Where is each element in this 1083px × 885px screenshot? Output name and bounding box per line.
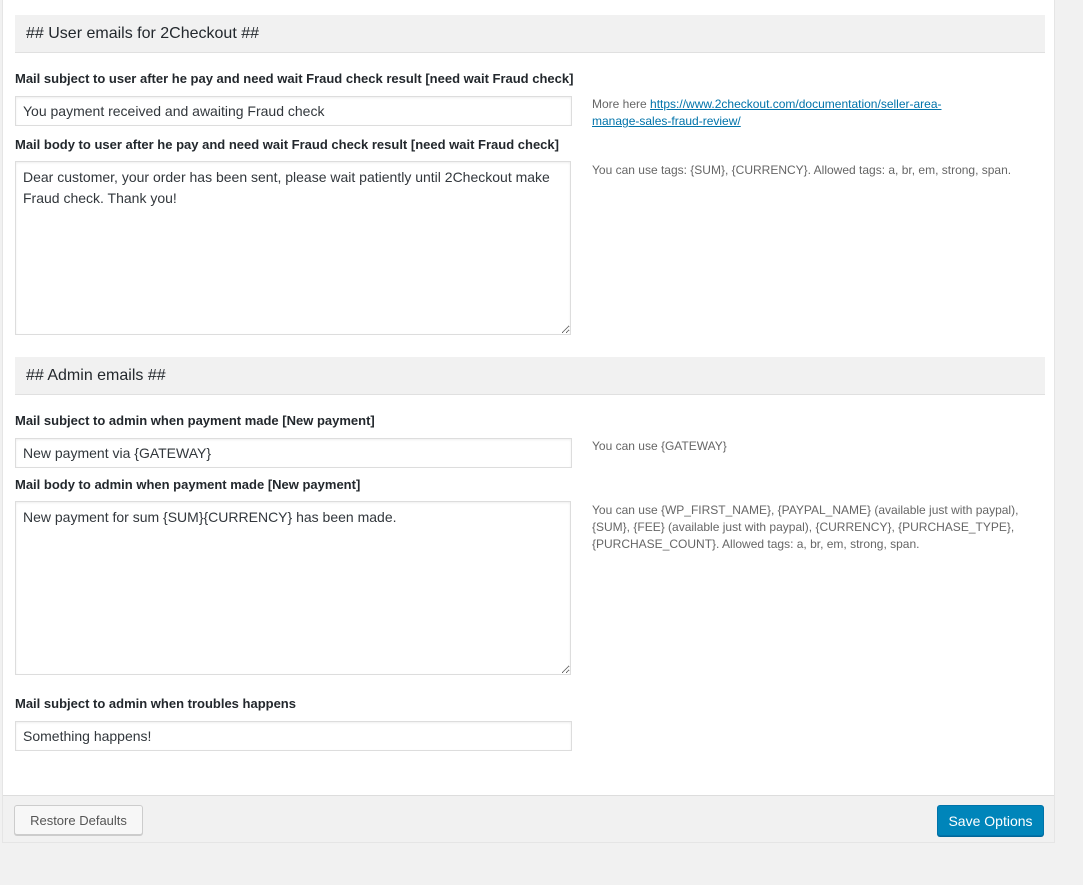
- troubles-subject-input[interactable]: [15, 721, 572, 751]
- fraud-subject-input[interactable]: [15, 96, 572, 126]
- label-troubles-subject: Mail subject to admin when troubles happ…: [15, 696, 296, 711]
- fraud-body-description: You can use tags: {SUM}, {CURRENCY}. All…: [592, 163, 1012, 177]
- payment-body-description: You can use {WP_FIRST_NAME}, {PAYPAL_NAM…: [592, 503, 1019, 551]
- save-options-button[interactable]: Save Options: [937, 805, 1044, 836]
- payment-subject-input[interactable]: [15, 438, 572, 468]
- label-fraud-body: Mail body to user after he pay and need …: [15, 137, 559, 152]
- fraud-subject-desc-prefix: More here: [592, 97, 651, 111]
- settings-panel: ## User emails for 2Checkout ## Mail sub…: [2, 0, 1055, 843]
- label-payment-body: Mail body to admin when payment made [Ne…: [15, 477, 361, 492]
- options-footer: Restore Defaults Save Options: [3, 795, 1054, 842]
- section-title-user-emails: ## User emails for 2Checkout ##: [15, 15, 1045, 53]
- payment-subject-description: You can use {GATEWAY}: [592, 439, 727, 453]
- section-title-admin-emails: ## Admin emails ##: [15, 357, 1045, 395]
- payment-body-textarea[interactable]: New payment for sum {SUM}{CURRENCY} has …: [15, 501, 571, 675]
- label-payment-subject: Mail subject to admin when payment made …: [15, 413, 375, 428]
- restore-defaults-button[interactable]: Restore Defaults: [14, 805, 143, 835]
- fraud-subject-description: More here https://www.2checkout.com/docu…: [592, 96, 1022, 130]
- label-fraud-subject: Mail subject to user after he pay and ne…: [15, 71, 574, 86]
- fraud-body-textarea[interactable]: Dear customer, your order has been sent,…: [15, 161, 571, 335]
